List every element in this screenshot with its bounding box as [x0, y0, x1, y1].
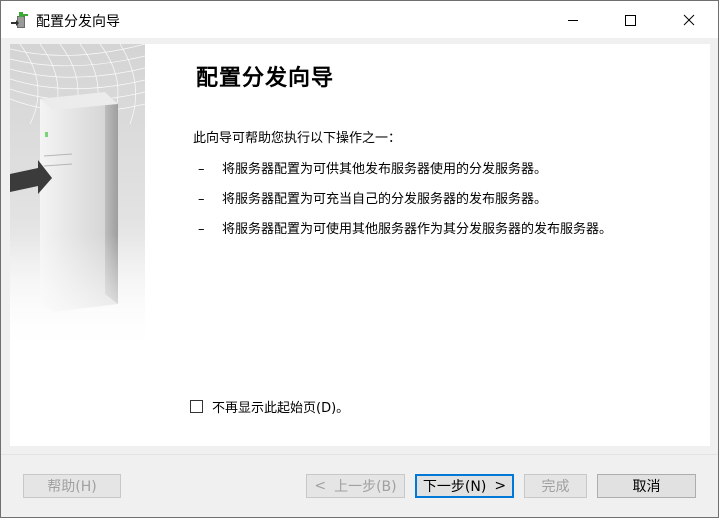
next-button[interactable]: 下一步(N) > — [415, 474, 514, 498]
finish-button[interactable]: 完成 — [524, 474, 587, 498]
back-button[interactable]: < 上一步(B) — [306, 474, 405, 498]
bullet-dash: – — [198, 162, 205, 177]
minimize-icon — [568, 19, 578, 21]
page-heading: 配置分发向导 — [196, 66, 335, 91]
minimize-button[interactable] — [550, 1, 596, 38]
list-item: – 将服务器配置为可使用其他服务器作为其分发服务器的发布服务器。 — [198, 218, 612, 237]
next-arrow-icon: > — [494, 478, 507, 494]
bullet-text: 将服务器配置为可供其他发布服务器使用的分发服务器。 — [222, 162, 548, 177]
bullet-dash: – — [198, 192, 205, 207]
dont-show-again-label[interactable]: 不再显示此起始页(D)。 — [212, 397, 349, 416]
server-illustration — [10, 44, 145, 354]
bullet-text: 将服务器配置为可充当自己的分发服务器的发布服务器。 — [222, 192, 548, 207]
close-button[interactable] — [666, 1, 712, 38]
cancel-button-label: 取消 — [632, 479, 661, 495]
bullet-text: 将服务器配置为可使用其他服务器作为其分发服务器的发布服务器。 — [222, 222, 613, 237]
bullet-dash: – — [198, 222, 205, 237]
wizard-window: 配置分发向导 配置分发向导 此向导可帮助您执行以下操作之一： – 将服务器配置为… — [0, 0, 719, 518]
close-icon — [683, 14, 695, 25]
next-button-label: 下一步(N) — [422, 479, 487, 495]
list-item: – 将服务器配置为可充当自己的分发服务器的发布服务器。 — [198, 188, 547, 207]
wizard-server-icon — [10, 10, 30, 30]
back-button-label: 上一步(B) — [334, 479, 397, 495]
help-button[interactable]: 帮助(H) — [23, 474, 121, 498]
title-bar: 配置分发向导 — [1, 1, 718, 38]
cancel-button[interactable]: 取消 — [597, 474, 696, 498]
window-title: 配置分发向导 — [36, 14, 120, 30]
maximize-button[interactable] — [607, 1, 653, 38]
finish-button-label: 完成 — [541, 479, 570, 495]
list-item: – 将服务器配置为可供其他发布服务器使用的分发服务器。 — [198, 158, 547, 177]
intro-text: 此向导可帮助您执行以下操作之一： — [193, 131, 402, 146]
footer-divider — [1, 454, 718, 455]
back-arrow-icon: < — [314, 478, 327, 494]
wizard-content-panel: 配置分发向导 此向导可帮助您执行以下操作之一： – 将服务器配置为可供其他发布服务… — [10, 44, 710, 446]
dont-show-again-checkbox[interactable] — [190, 400, 203, 413]
dont-show-again-option[interactable]: 不再显示此起始页(D)。 — [190, 397, 349, 416]
maximize-icon — [625, 14, 636, 26]
help-button-label: 帮助(H) — [47, 479, 97, 495]
